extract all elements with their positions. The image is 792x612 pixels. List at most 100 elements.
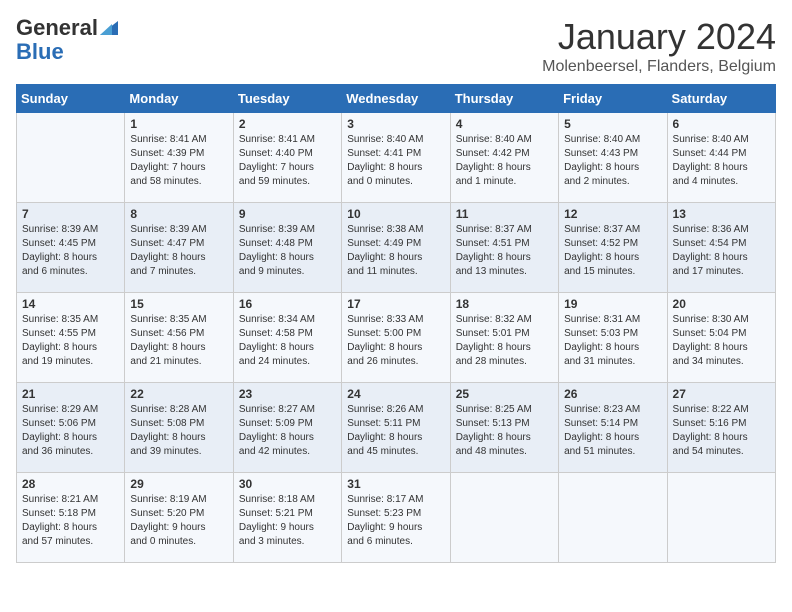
day-info: Sunrise: 8:33 AM Sunset: 5:00 PM Dayligh… bbox=[347, 313, 444, 369]
day-info: Sunrise: 8:36 AM Sunset: 4:54 PM Dayligh… bbox=[673, 223, 770, 279]
day-number: 10 bbox=[347, 207, 444, 221]
calendar-cell: 2 Sunrise: 8:41 AM Sunset: 4:40 PM Daylig… bbox=[233, 113, 341, 203]
month-title: January 2024 bbox=[542, 16, 776, 58]
calendar-cell: 24 Sunrise: 8:26 AM Sunset: 5:11 PM Dayli… bbox=[342, 383, 450, 473]
day-number: 12 bbox=[564, 207, 661, 221]
logo-general-text: General bbox=[16, 16, 98, 40]
day-info: Sunrise: 8:19 AM Sunset: 5:20 PM Dayligh… bbox=[130, 493, 227, 549]
weekday-header: Sunday bbox=[17, 85, 125, 113]
day-info: Sunrise: 8:40 AM Sunset: 4:41 PM Dayligh… bbox=[347, 133, 444, 189]
day-info: Sunrise: 8:37 AM Sunset: 4:52 PM Dayligh… bbox=[564, 223, 661, 279]
calendar-cell: 18Sunrise: 8:32 AM Sunset: 5:01 PM Dayli… bbox=[450, 293, 558, 383]
logo-blue-text: Blue bbox=[16, 40, 64, 64]
day-info: Sunrise: 8:28 AM Sunset: 5:08 PM Dayligh… bbox=[130, 403, 227, 459]
day-number: 2 bbox=[239, 117, 336, 131]
calendar-cell: 6 Sunrise: 8:40 AM Sunset: 4:44 PM Daylig… bbox=[667, 113, 775, 203]
calendar-cell: 5 Sunrise: 8:40 AM Sunset: 4:43 PM Daylig… bbox=[559, 113, 667, 203]
calendar-cell: 13 Sunrise: 8:36 AM Sunset: 4:54 PM Dayli… bbox=[667, 203, 775, 293]
day-number: 5 bbox=[564, 117, 661, 131]
calendar-table: SundayMondayTuesdayWednesdayThursdayFrid… bbox=[16, 84, 776, 563]
calendar-cell: 14Sunrise: 8:35 AM Sunset: 4:55 PM Dayli… bbox=[17, 293, 125, 383]
weekday-header: Tuesday bbox=[233, 85, 341, 113]
day-number: 21 bbox=[22, 387, 119, 401]
calendar-cell: 8 Sunrise: 8:39 AM Sunset: 4:47 PM Daylig… bbox=[125, 203, 233, 293]
day-number: 16 bbox=[239, 297, 336, 311]
day-number: 30 bbox=[239, 477, 336, 491]
day-info: Sunrise: 8:39 AM Sunset: 4:45 PM Dayligh… bbox=[22, 223, 119, 279]
day-info: Sunrise: 8:41 AM Sunset: 4:39 PM Dayligh… bbox=[130, 133, 227, 189]
calendar-cell bbox=[17, 113, 125, 203]
day-number: 17 bbox=[347, 297, 444, 311]
calendar-week-row: 14Sunrise: 8:35 AM Sunset: 4:55 PM Dayli… bbox=[17, 293, 776, 383]
calendar-cell: 30Sunrise: 8:18 AM Sunset: 5:21 PM Dayli… bbox=[233, 473, 341, 563]
day-number: 11 bbox=[456, 207, 553, 221]
day-number: 6 bbox=[673, 117, 770, 131]
calendar-cell: 29Sunrise: 8:19 AM Sunset: 5:20 PM Dayli… bbox=[125, 473, 233, 563]
calendar-cell: 25 Sunrise: 8:25 AM Sunset: 5:13 PM Dayli… bbox=[450, 383, 558, 473]
calendar-week-row: 7 Sunrise: 8:39 AM Sunset: 4:45 PM Daylig… bbox=[17, 203, 776, 293]
day-info: Sunrise: 8:26 AM Sunset: 5:11 PM Dayligh… bbox=[347, 403, 444, 459]
day-info: Sunrise: 8:40 AM Sunset: 4:43 PM Dayligh… bbox=[564, 133, 661, 189]
weekday-header: Saturday bbox=[667, 85, 775, 113]
calendar-week-row: 28 Sunrise: 8:21 AM Sunset: 5:18 PM Dayli… bbox=[17, 473, 776, 563]
day-number: 8 bbox=[130, 207, 227, 221]
calendar-week-row: 21 Sunrise: 8:29 AM Sunset: 5:06 PM Dayli… bbox=[17, 383, 776, 473]
day-info: Sunrise: 8:38 AM Sunset: 4:49 PM Dayligh… bbox=[347, 223, 444, 279]
day-info: Sunrise: 8:17 AM Sunset: 5:23 PM Dayligh… bbox=[347, 493, 444, 549]
day-info: Sunrise: 8:29 AM Sunset: 5:06 PM Dayligh… bbox=[22, 403, 119, 459]
day-info: Sunrise: 8:31 AM Sunset: 5:03 PM Dayligh… bbox=[564, 313, 661, 369]
day-number: 7 bbox=[22, 207, 119, 221]
day-number: 1 bbox=[130, 117, 227, 131]
day-number: 24 bbox=[347, 387, 444, 401]
day-info: Sunrise: 8:23 AM Sunset: 5:14 PM Dayligh… bbox=[564, 403, 661, 459]
day-number: 14 bbox=[22, 297, 119, 311]
calendar-cell: 4Sunrise: 8:40 AM Sunset: 4:42 PM Daylig… bbox=[450, 113, 558, 203]
day-number: 4 bbox=[456, 117, 553, 131]
day-info: Sunrise: 8:32 AM Sunset: 5:01 PM Dayligh… bbox=[456, 313, 553, 369]
location-title: Molenbeersel, Flanders, Belgium bbox=[542, 58, 776, 76]
weekday-header: Wednesday bbox=[342, 85, 450, 113]
calendar-cell bbox=[450, 473, 558, 563]
day-info: Sunrise: 8:22 AM Sunset: 5:16 PM Dayligh… bbox=[673, 403, 770, 459]
day-number: 27 bbox=[673, 387, 770, 401]
calendar-cell: 12 Sunrise: 8:37 AM Sunset: 4:52 PM Dayli… bbox=[559, 203, 667, 293]
day-info: Sunrise: 8:41 AM Sunset: 4:40 PM Dayligh… bbox=[239, 133, 336, 189]
day-info: Sunrise: 8:39 AM Sunset: 4:48 PM Dayligh… bbox=[239, 223, 336, 279]
day-number: 25 bbox=[456, 387, 553, 401]
weekday-header: Thursday bbox=[450, 85, 558, 113]
day-number: 28 bbox=[22, 477, 119, 491]
calendar-cell: 19Sunrise: 8:31 AM Sunset: 5:03 PM Dayli… bbox=[559, 293, 667, 383]
calendar-cell: 7 Sunrise: 8:39 AM Sunset: 4:45 PM Daylig… bbox=[17, 203, 125, 293]
logo: General Blue bbox=[16, 16, 118, 64]
calendar-cell: 22 Sunrise: 8:28 AM Sunset: 5:08 PM Dayli… bbox=[125, 383, 233, 473]
calendar-cell: 28 Sunrise: 8:21 AM Sunset: 5:18 PM Dayli… bbox=[17, 473, 125, 563]
header: General Blue January 2024 Molenbeersel, … bbox=[16, 16, 776, 76]
day-number: 22 bbox=[130, 387, 227, 401]
day-number: 26 bbox=[564, 387, 661, 401]
day-info: Sunrise: 8:25 AM Sunset: 5:13 PM Dayligh… bbox=[456, 403, 553, 459]
calendar-cell: 26 Sunrise: 8:23 AM Sunset: 5:14 PM Dayli… bbox=[559, 383, 667, 473]
calendar-header-row: SundayMondayTuesdayWednesdayThursdayFrid… bbox=[17, 85, 776, 113]
calendar-week-row: 1 Sunrise: 8:41 AM Sunset: 4:39 PM Daylig… bbox=[17, 113, 776, 203]
day-info: Sunrise: 8:39 AM Sunset: 4:47 PM Dayligh… bbox=[130, 223, 227, 279]
calendar-cell: 31Sunrise: 8:17 AM Sunset: 5:23 PM Dayli… bbox=[342, 473, 450, 563]
day-number: 20 bbox=[673, 297, 770, 311]
calendar-cell: 11 Sunrise: 8:37 AM Sunset: 4:51 PM Dayli… bbox=[450, 203, 558, 293]
title-area: January 2024 Molenbeersel, Flanders, Bel… bbox=[542, 16, 776, 76]
weekday-header: Monday bbox=[125, 85, 233, 113]
calendar-cell: 17 Sunrise: 8:33 AM Sunset: 5:00 PM Dayli… bbox=[342, 293, 450, 383]
day-info: Sunrise: 8:40 AM Sunset: 4:44 PM Dayligh… bbox=[673, 133, 770, 189]
calendar-cell: 16Sunrise: 8:34 AM Sunset: 4:58 PM Dayli… bbox=[233, 293, 341, 383]
day-info: Sunrise: 8:37 AM Sunset: 4:51 PM Dayligh… bbox=[456, 223, 553, 279]
calendar-cell bbox=[667, 473, 775, 563]
day-number: 9 bbox=[239, 207, 336, 221]
day-info: Sunrise: 8:21 AM Sunset: 5:18 PM Dayligh… bbox=[22, 493, 119, 549]
weekday-header: Friday bbox=[559, 85, 667, 113]
calendar-body: 1 Sunrise: 8:41 AM Sunset: 4:39 PM Daylig… bbox=[17, 113, 776, 563]
calendar-cell: 15Sunrise: 8:35 AM Sunset: 4:56 PM Dayli… bbox=[125, 293, 233, 383]
day-number: 15 bbox=[130, 297, 227, 311]
calendar-cell: 9 Sunrise: 8:39 AM Sunset: 4:48 PM Daylig… bbox=[233, 203, 341, 293]
calendar-cell: 20Sunrise: 8:30 AM Sunset: 5:04 PM Dayli… bbox=[667, 293, 775, 383]
day-number: 13 bbox=[673, 207, 770, 221]
day-number: 23 bbox=[239, 387, 336, 401]
